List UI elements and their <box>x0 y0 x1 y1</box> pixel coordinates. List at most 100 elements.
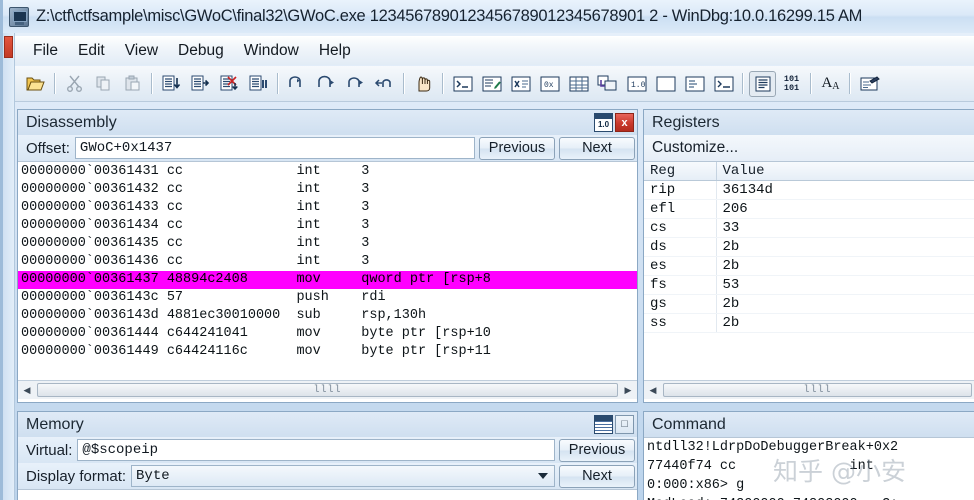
registers-table-wrap[interactable]: Reg Value rip 36134d efl 206 cs 33 ds 2b… <box>644 161 974 380</box>
scroll-thumb[interactable]: llll <box>37 383 618 397</box>
disassembly-line[interactable]: 00000000`00361435 cc int 3 <box>18 235 637 253</box>
registers-horizontal-scrollbar[interactable]: ◀ llll ▶ <box>644 380 974 399</box>
copy-icon[interactable] <box>90 71 117 97</box>
watch-window-icon[interactable] <box>478 71 505 97</box>
open-folder-icon[interactable] <box>22 71 49 97</box>
display-format-label: Display format: <box>26 467 127 485</box>
memory-content-area[interactable] <box>18 489 637 500</box>
toolbar-separator <box>151 73 153 94</box>
registers-panel-title: Registers <box>652 113 720 131</box>
register-value[interactable]: 206 <box>716 199 974 219</box>
locals-window-icon[interactable] <box>507 71 534 97</box>
options-icon[interactable] <box>856 71 883 97</box>
close-icon[interactable]: x <box>615 113 634 132</box>
blank-window-icon[interactable] <box>652 71 679 97</box>
table-row[interactable]: ds 2b <box>644 237 974 257</box>
cut-icon[interactable] <box>61 71 88 97</box>
scroll-right-arrow-icon[interactable]: ▶ <box>619 381 637 399</box>
break-icon[interactable] <box>245 71 272 97</box>
scroll-thumb[interactable]: llll <box>663 383 972 397</box>
disassembly-window-icon[interactable] <box>749 70 776 97</box>
disassembly-line[interactable]: 00000000`00361431 cc int 3 <box>18 163 637 181</box>
table-row[interactable]: efl 206 <box>644 199 974 219</box>
memory-grid-icon[interactable] <box>594 415 613 434</box>
disassembly-line[interactable]: 00000000`0036143d 4881ec30010000 sub rsp… <box>18 307 637 325</box>
menu-item-window[interactable]: Window <box>234 40 309 62</box>
registers-customize-row[interactable]: Customize... <box>644 135 974 161</box>
chevron-down-icon[interactable] <box>538 473 548 479</box>
memory-panel-title: Memory <box>26 415 84 433</box>
customize-link[interactable]: Customize... <box>646 139 743 157</box>
scroll-track[interactable]: llll <box>36 381 619 399</box>
menu-item-edit[interactable]: Edit <box>68 40 115 62</box>
register-value[interactable]: 2b <box>716 256 974 276</box>
registers-panel-header: Registers <box>644 110 974 135</box>
disassembly-current-line[interactable]: 00000000`00361437 48894c2408 mov qword p… <box>18 271 637 289</box>
memory-next-button[interactable]: Next <box>559 464 635 488</box>
scratchpad-icon[interactable]: 1.0 <box>623 71 650 97</box>
step-into-icon[interactable] <box>158 71 185 97</box>
disassembly-line[interactable]: 00000000`00361444 c644241041 mov byte pt… <box>18 325 637 343</box>
table-row[interactable]: ss 2b <box>644 313 974 333</box>
scroll-track[interactable]: llll <box>662 381 973 399</box>
display-format-select[interactable]: Byte <box>131 465 555 487</box>
column-header-value[interactable]: Value <box>716 162 974 181</box>
command-output[interactable]: ntdll32!LdrpDoDebuggerBreak+0x2 77440f74… <box>644 437 974 500</box>
menu-item-file[interactable]: File <box>23 40 68 62</box>
register-value[interactable]: 53 <box>716 275 974 295</box>
register-value[interactable]: 2b <box>716 294 974 314</box>
register-value[interactable]: 36134d <box>716 180 974 200</box>
menu-item-view[interactable]: View <box>115 40 168 62</box>
registers-panel: Registers Customize... Reg Value rip 361… <box>643 109 974 403</box>
step-over-icon[interactable] <box>187 71 214 97</box>
column-header-reg[interactable]: Reg <box>644 162 717 181</box>
processes-window-icon[interactable] <box>681 71 708 97</box>
command-panel-header: Command <box>644 412 974 437</box>
left-edge-tab <box>4 36 13 58</box>
restart-icon[interactable] <box>284 71 311 97</box>
restore-window-icon[interactable]: 1.0 <box>594 113 613 132</box>
goto-arc-icon[interactable] <box>371 71 398 97</box>
scroll-left-arrow-icon[interactable]: ◀ <box>18 381 36 399</box>
shell-window-icon[interactable] <box>710 71 737 97</box>
menu-item-help[interactable]: Help <box>309 40 361 62</box>
table-row[interactable]: fs 53 <box>644 275 974 295</box>
break-hand-icon[interactable] <box>410 71 437 97</box>
step-out-arc-icon[interactable] <box>313 71 340 97</box>
disassembly-line[interactable]: 00000000`00361449 c64424116c mov byte pt… <box>18 343 637 361</box>
table-row[interactable]: rip 36134d <box>644 180 974 200</box>
close-icon[interactable]: ☐ <box>615 415 634 434</box>
scroll-left-arrow-icon[interactable]: ◀ <box>644 381 662 399</box>
disassembly-line[interactable]: 00000000`00361432 cc int 3 <box>18 181 637 199</box>
font-icon[interactable]: AA <box>817 71 844 97</box>
disassembly-line[interactable]: 00000000`00361433 cc int 3 <box>18 199 637 217</box>
register-value[interactable]: 33 <box>716 218 974 238</box>
callstack-window-icon[interactable] <box>594 71 621 97</box>
offset-input[interactable]: GWoC+0x1437 <box>74 137 475 159</box>
disassembly-listing[interactable]: 00000000`00361431 cc int 3 00000000`0036… <box>18 161 637 380</box>
command-window-icon[interactable] <box>449 71 476 97</box>
disassembly-horizontal-scrollbar[interactable]: ◀ llll ▶ <box>18 380 637 399</box>
memory-previous-button[interactable]: Previous <box>559 438 635 462</box>
menu-item-debug[interactable]: Debug <box>168 40 234 62</box>
virtual-label: Virtual: <box>26 441 73 459</box>
disassembly-line[interactable]: 00000000`0036143c 57 push rdi <box>18 289 637 307</box>
run-to-cursor-icon[interactable] <box>216 71 243 97</box>
memory-panel-buttons: ☐ <box>594 415 634 434</box>
disassembly-line[interactable]: 00000000`00361436 cc int 3 <box>18 253 637 271</box>
toolbar-separator <box>277 73 279 94</box>
register-value[interactable]: 2b <box>716 313 974 333</box>
table-row[interactable]: es 2b <box>644 256 974 276</box>
registers-window-icon[interactable]: 0x <box>536 71 563 97</box>
register-value[interactable]: 2b <box>716 237 974 257</box>
virtual-address-input[interactable]: @$scopeip <box>77 439 555 461</box>
step-arc-icon[interactable] <box>342 71 369 97</box>
previous-button[interactable]: Previous <box>479 136 555 160</box>
disassembly-line[interactable]: 00000000`00361434 cc int 3 <box>18 217 637 235</box>
table-row[interactable]: cs 33 <box>644 218 974 238</box>
memory-window-icon[interactable] <box>565 71 592 97</box>
binary-window-icon[interactable]: 101 101 <box>778 71 805 97</box>
table-row[interactable]: gs 2b <box>644 294 974 314</box>
next-button[interactable]: Next <box>559 136 635 160</box>
paste-icon[interactable] <box>119 71 146 97</box>
